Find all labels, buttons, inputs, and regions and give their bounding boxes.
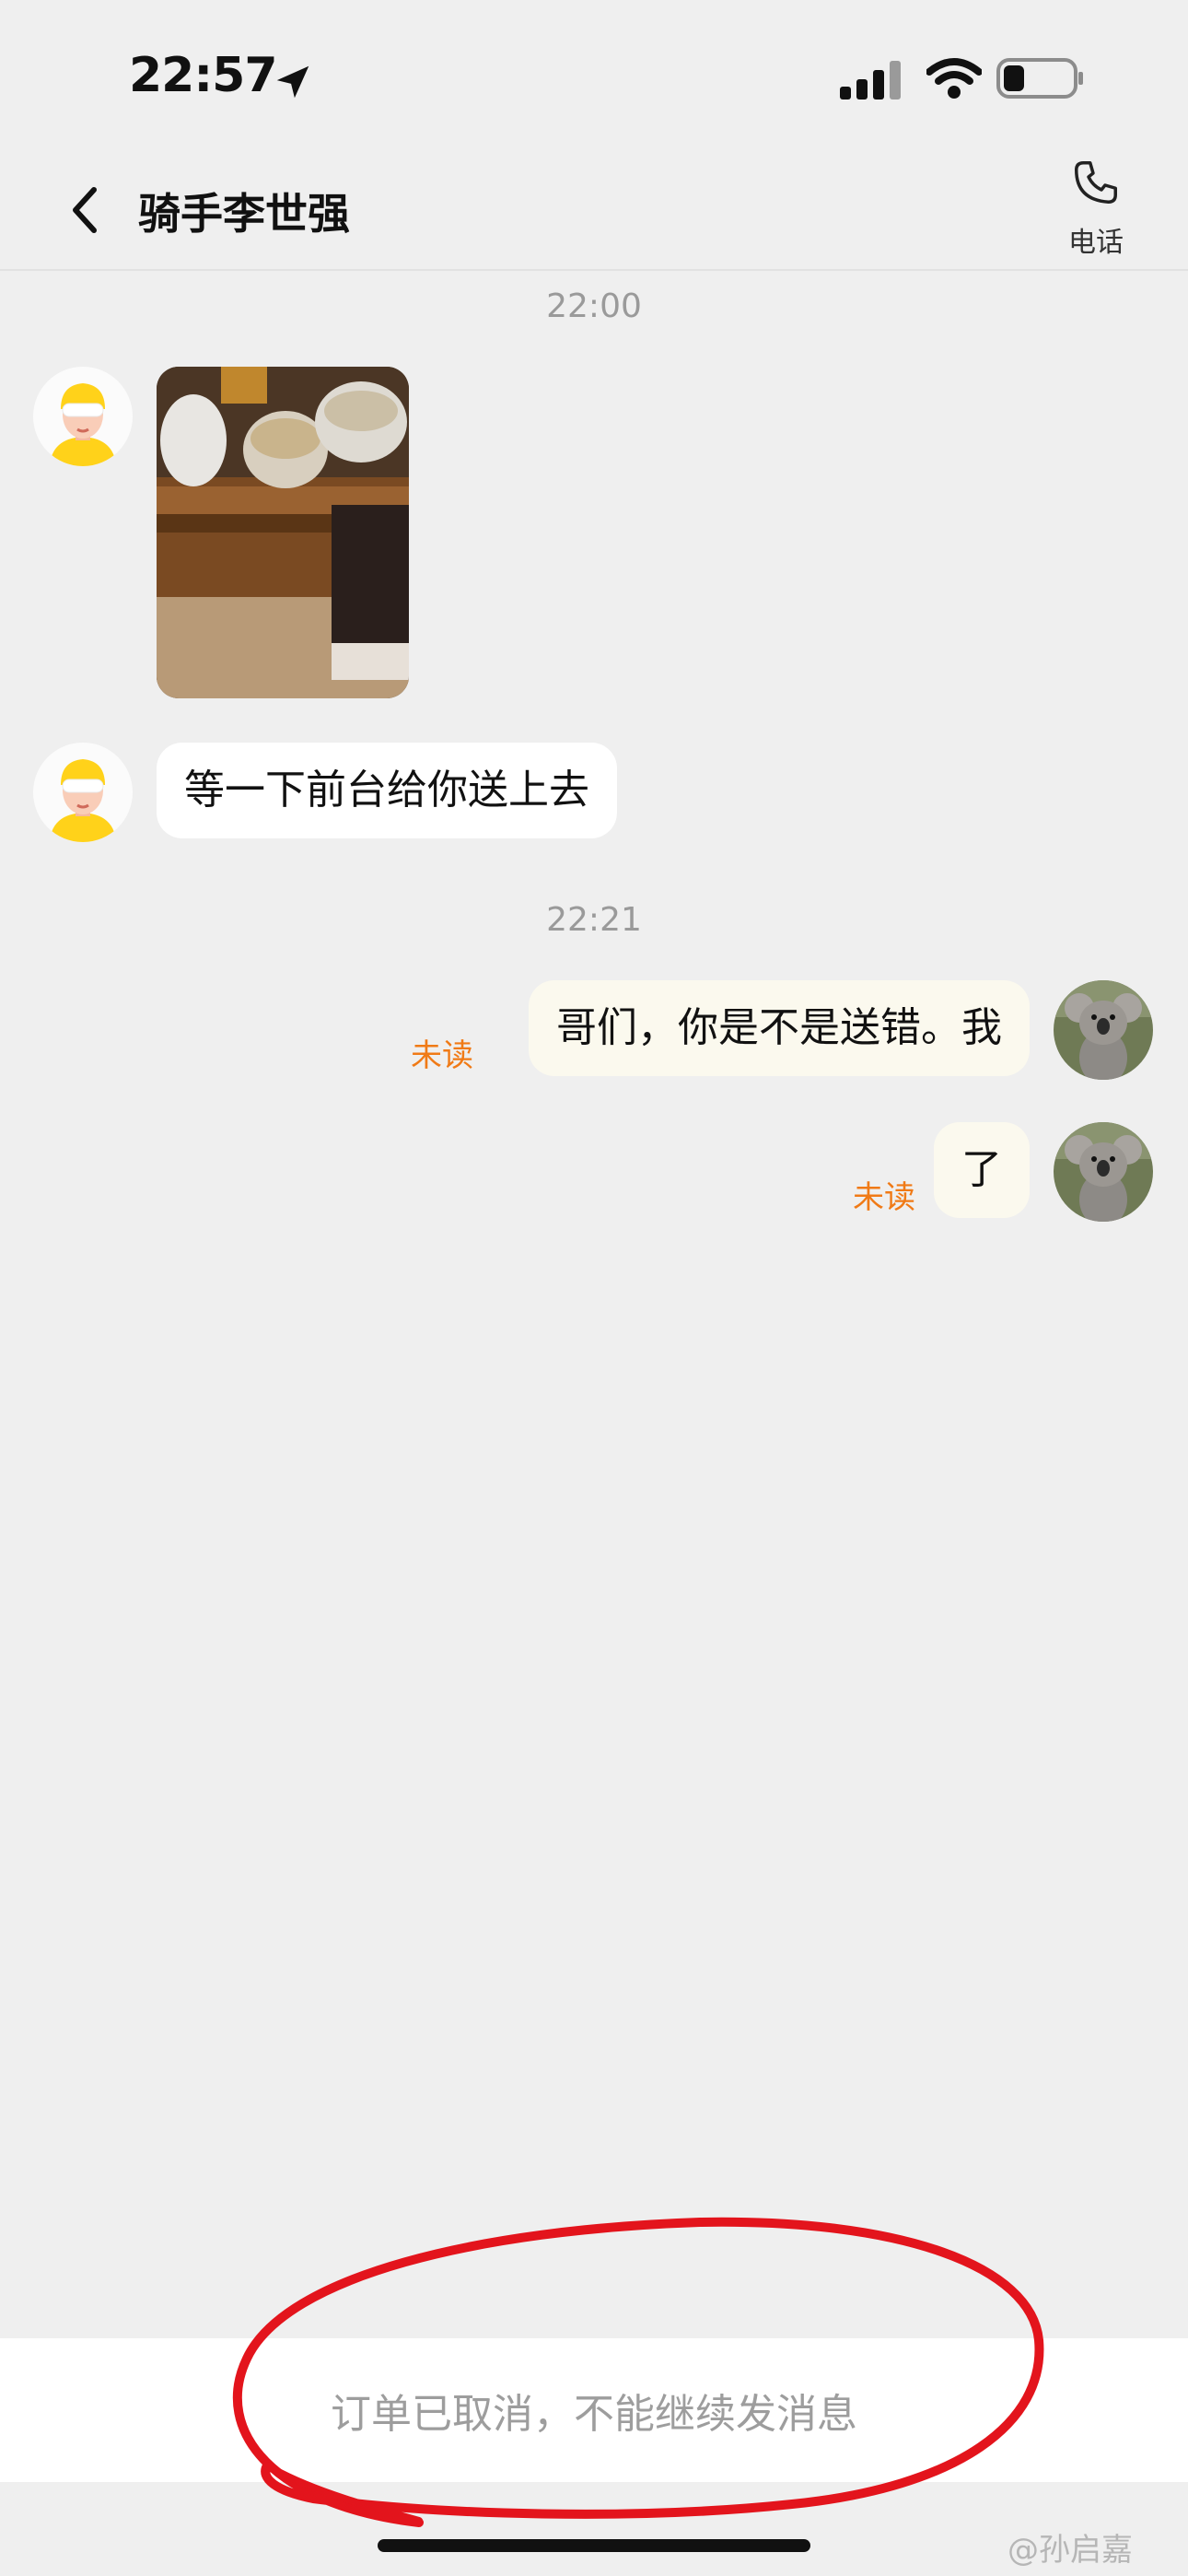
back-chevron-icon[interactable] bbox=[66, 184, 103, 236]
location-arrow-icon bbox=[276, 65, 309, 99]
status-time: 22:57 bbox=[129, 48, 278, 103]
rider-avatar[interactable] bbox=[33, 367, 133, 466]
user-avatar[interactable] bbox=[1054, 980, 1153, 1080]
chat-title: 骑手李世强 bbox=[138, 189, 350, 239]
unread-status: 未读 bbox=[853, 1179, 915, 1216]
battery-icon bbox=[996, 58, 1083, 99]
rider-avatar[interactable] bbox=[33, 743, 133, 842]
phone-call-button[interactable]: 电话 bbox=[1050, 155, 1142, 265]
user-avatar[interactable] bbox=[1054, 1122, 1153, 1222]
unread-status: 未读 bbox=[411, 1037, 473, 1074]
message-bubble-mine[interactable]: 哥们，你是不是送错。我 bbox=[529, 980, 1030, 1076]
message-bubble-mine[interactable]: 了 bbox=[934, 1122, 1030, 1218]
image-message[interactable] bbox=[157, 367, 409, 698]
message-bubble[interactable]: 等一下前台给你送上去 bbox=[157, 743, 617, 838]
phone-icon bbox=[1075, 161, 1117, 204]
cellular-signal-icon bbox=[840, 61, 901, 100]
wifi-icon bbox=[926, 58, 982, 99]
phone-label: 电话 bbox=[1068, 227, 1124, 259]
message-timestamp: 22:00 bbox=[546, 287, 642, 325]
weibo-watermark: @孙启嘉 bbox=[1007, 2532, 1133, 2569]
home-indicator[interactable] bbox=[378, 2539, 810, 2552]
order-cancelled-notice: 订单已取消，不能继续发消息 bbox=[331, 2391, 857, 2438]
message-timestamp: 22:21 bbox=[546, 901, 642, 939]
